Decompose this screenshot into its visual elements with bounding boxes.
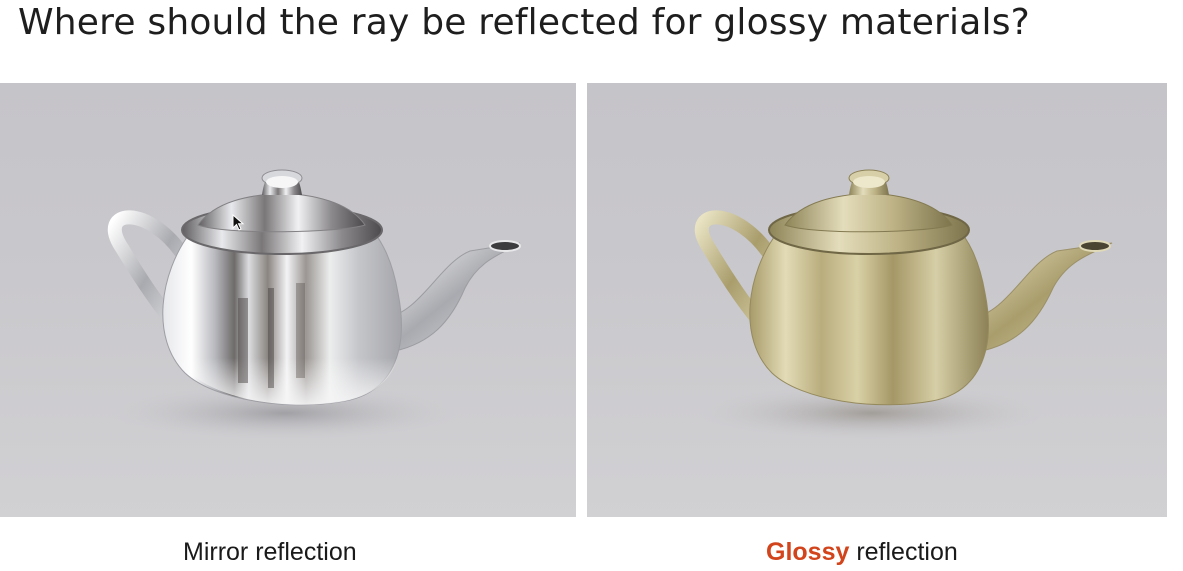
mouse-pointer-icon xyxy=(232,214,245,231)
slide: Where should the ray be reflected for gl… xyxy=(0,0,1183,571)
glossy-reflection-caption: Glossy reflection xyxy=(766,538,958,567)
mirror-reflection-caption: Mirror reflection xyxy=(183,538,357,566)
mirror-teapot-image xyxy=(0,83,576,517)
glossy-highlight: Glossy xyxy=(766,538,850,566)
slide-title: Where should the ray be reflected for gl… xyxy=(18,2,1030,43)
glossy-teapot-image xyxy=(587,83,1167,517)
glossy-caption-rest: reflection xyxy=(849,538,958,566)
